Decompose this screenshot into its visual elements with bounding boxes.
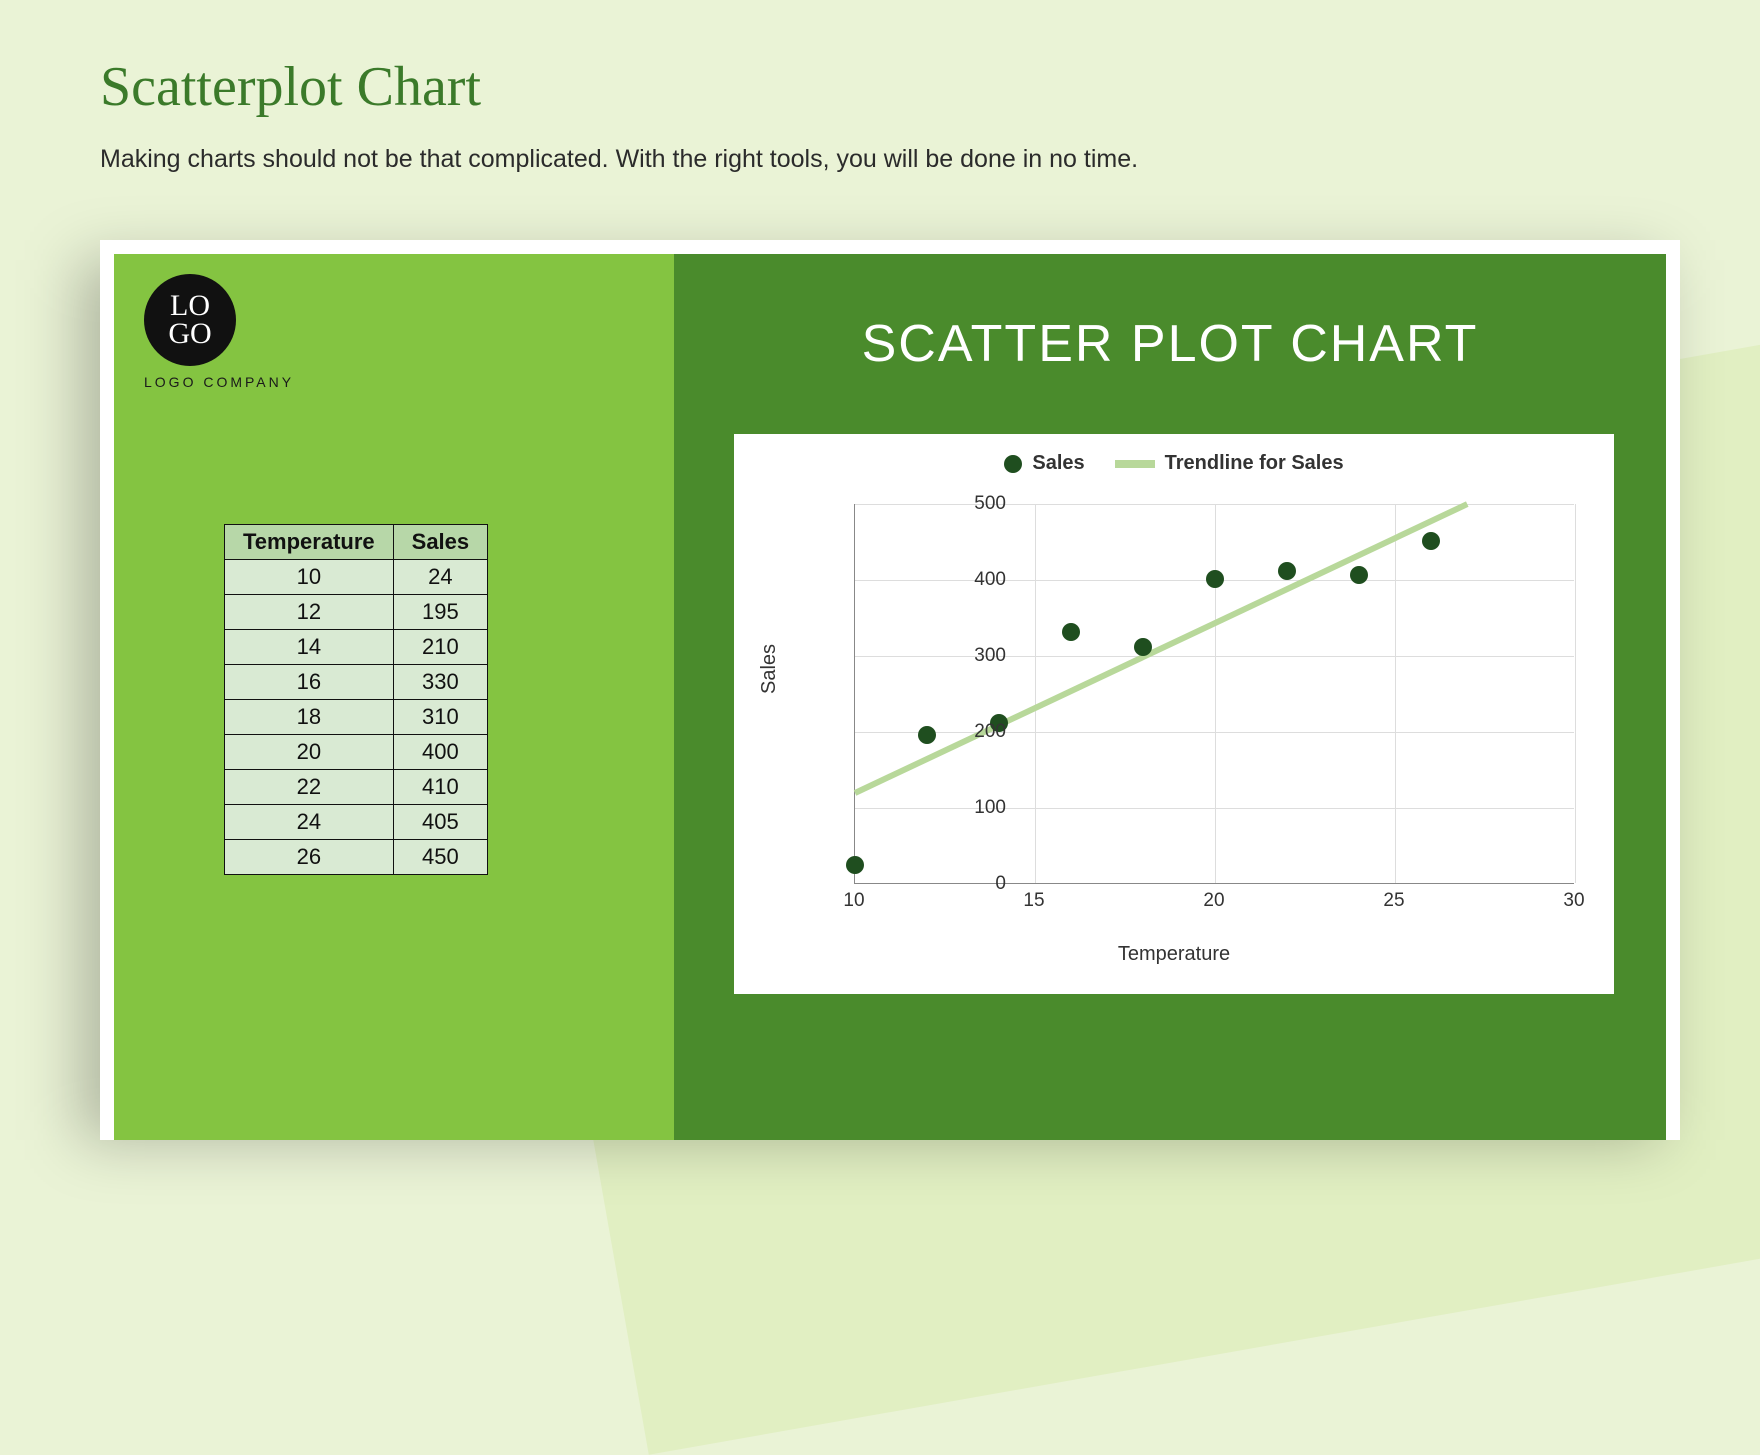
cell-temperature: 26 xyxy=(225,840,394,875)
data-point xyxy=(1062,623,1080,641)
logo-block: LO GO LOGO COMPANY xyxy=(144,274,294,390)
data-point xyxy=(1422,532,1440,550)
data-point xyxy=(1206,570,1224,588)
cell-temperature: 14 xyxy=(225,630,394,665)
gridline-v xyxy=(1395,504,1396,883)
y-tick-label: 100 xyxy=(906,797,1006,819)
cell-sales: 195 xyxy=(393,595,488,630)
legend-dot-icon xyxy=(1004,455,1022,473)
y-tick-label: 400 xyxy=(906,569,1006,591)
cell-sales: 330 xyxy=(393,665,488,700)
left-panel: LO GO LOGO COMPANY Temperature Sales 102… xyxy=(114,254,674,1140)
chart-box: Sales Trendline for Sales Sales Temperat… xyxy=(734,434,1614,994)
cell-sales: 450 xyxy=(393,840,488,875)
template-card: LO GO LOGO COMPANY Temperature Sales 102… xyxy=(100,240,1680,1140)
legend-item-sales: Sales xyxy=(1004,452,1084,475)
y-tick-label: 200 xyxy=(906,721,1006,743)
table-row: 26450 xyxy=(225,840,488,875)
logo-glyph: LO GO xyxy=(168,292,211,349)
cell-sales: 410 xyxy=(393,770,488,805)
x-tick-label: 15 xyxy=(1014,890,1054,912)
cell-sales: 210 xyxy=(393,630,488,665)
table-row: 14210 xyxy=(225,630,488,665)
x-tick-label: 10 xyxy=(834,890,874,912)
legend-sales-label: Sales xyxy=(1032,452,1084,474)
chart-panel-title: SCATTER PLOT CHART xyxy=(674,314,1666,374)
table-header-temperature: Temperature xyxy=(225,525,394,560)
right-panel: SCATTER PLOT CHART Sales Trendline for S… xyxy=(674,254,1666,1140)
gridline-v xyxy=(1215,504,1216,883)
x-tick-label: 25 xyxy=(1374,890,1414,912)
cell-sales: 400 xyxy=(393,735,488,770)
gridline-v xyxy=(1575,504,1576,883)
data-point xyxy=(1350,566,1368,584)
y-tick-label: 500 xyxy=(906,493,1006,515)
table-row: 16330 xyxy=(225,665,488,700)
cell-sales: 310 xyxy=(393,700,488,735)
card-inner: LO GO LOGO COMPANY Temperature Sales 102… xyxy=(114,254,1666,1140)
legend-trend-label: Trendline for Sales xyxy=(1165,452,1344,474)
cell-sales: 405 xyxy=(393,805,488,840)
data-point xyxy=(846,856,864,874)
table-row: 22410 xyxy=(225,770,488,805)
y-tick-label: 0 xyxy=(906,873,1006,895)
legend-line-icon xyxy=(1115,460,1155,468)
cell-temperature: 12 xyxy=(225,595,394,630)
table-row: 20400 xyxy=(225,735,488,770)
data-point xyxy=(1134,638,1152,656)
table-row: 24405 xyxy=(225,805,488,840)
cell-temperature: 20 xyxy=(225,735,394,770)
cell-sales: 24 xyxy=(393,560,488,595)
cell-temperature: 24 xyxy=(225,805,394,840)
table-row: 18310 xyxy=(225,700,488,735)
cell-temperature: 22 xyxy=(225,770,394,805)
x-tick-label: 30 xyxy=(1554,890,1594,912)
table-header-sales: Sales xyxy=(393,525,488,560)
table-header-row: Temperature Sales xyxy=(225,525,488,560)
table-row: 12195 xyxy=(225,595,488,630)
cell-temperature: 16 xyxy=(225,665,394,700)
cell-temperature: 10 xyxy=(225,560,394,595)
logo-company-label: LOGO COMPANY xyxy=(144,374,294,390)
chart-legend: Sales Trendline for Sales xyxy=(734,452,1614,475)
logo-icon: LO GO xyxy=(144,274,236,366)
data-point xyxy=(1278,562,1296,580)
page-title: Scatterplot Chart xyxy=(100,55,481,119)
gridline-v xyxy=(1035,504,1036,883)
y-tick-label: 300 xyxy=(906,645,1006,667)
table-row: 1024 xyxy=(225,560,488,595)
legend-item-trendline: Trendline for Sales xyxy=(1115,452,1344,475)
plot-area xyxy=(854,504,1574,884)
page-subtitle: Making charts should not be that complic… xyxy=(100,145,1138,174)
x-tick-label: 20 xyxy=(1194,890,1234,912)
y-axis-label: Sales xyxy=(758,644,781,694)
x-axis-label: Temperature xyxy=(734,943,1614,966)
data-table: Temperature Sales 1024121951421016330183… xyxy=(224,524,488,875)
cell-temperature: 18 xyxy=(225,700,394,735)
